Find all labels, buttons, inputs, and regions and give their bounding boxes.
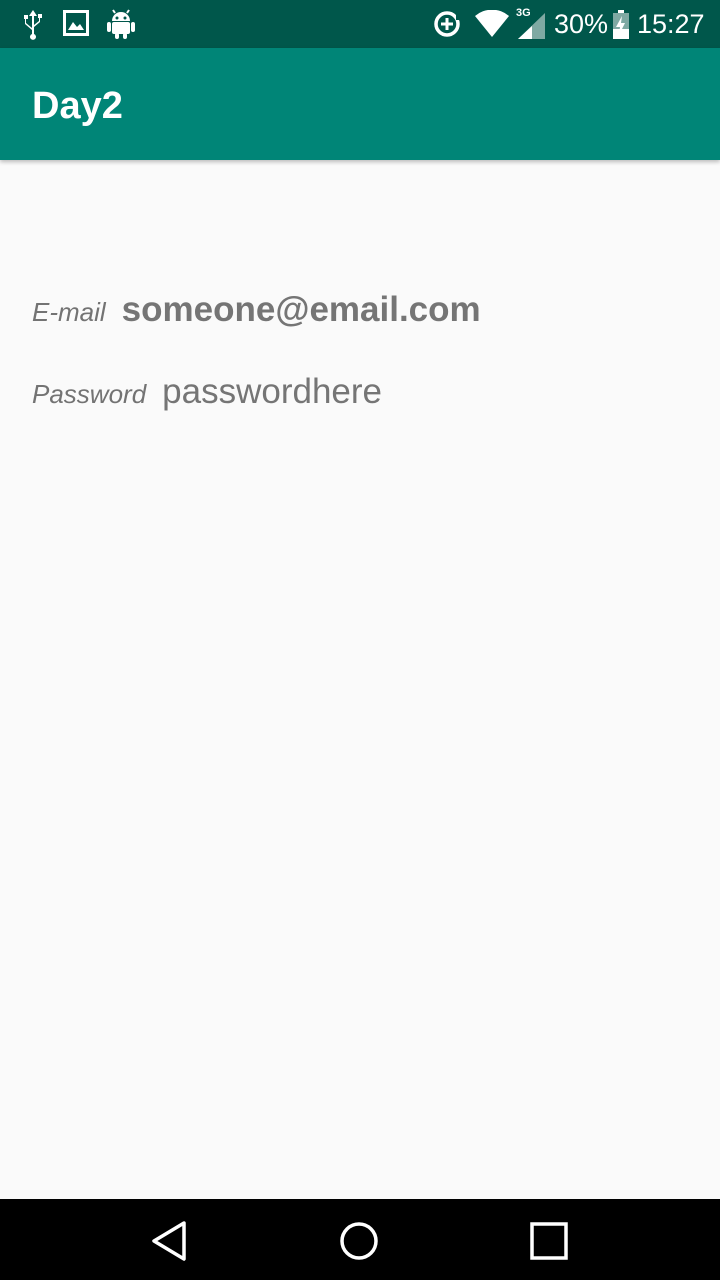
email-row: E-mail someone@email.com bbox=[32, 290, 481, 330]
battery-percent: 30% bbox=[554, 9, 609, 39]
home-icon[interactable] bbox=[337, 1219, 381, 1263]
image-icon bbox=[63, 10, 89, 36]
back-icon[interactable] bbox=[148, 1219, 192, 1263]
app-title: Day2 bbox=[32, 85, 123, 127]
recents-icon[interactable] bbox=[527, 1219, 571, 1263]
password-field[interactable]: passwordhere bbox=[162, 372, 382, 412]
data-saver-icon bbox=[434, 11, 462, 37]
usb-icon bbox=[24, 10, 42, 40]
signal-icon bbox=[518, 13, 545, 39]
battery-charging-icon bbox=[613, 10, 629, 39]
password-row: Password passwordhere bbox=[32, 372, 382, 412]
android-icon bbox=[107, 9, 135, 39]
wifi-icon bbox=[475, 10, 509, 37]
app-bar: Day2 bbox=[0, 48, 720, 160]
status-bar: 3G 30% 15:27 bbox=[0, 0, 720, 48]
email-label: E-mail bbox=[32, 297, 106, 327]
email-field[interactable]: someone@email.com bbox=[122, 290, 481, 330]
navigation-bar bbox=[0, 1199, 720, 1280]
clock: 15:27 bbox=[637, 9, 705, 39]
password-label: Password bbox=[32, 379, 147, 409]
